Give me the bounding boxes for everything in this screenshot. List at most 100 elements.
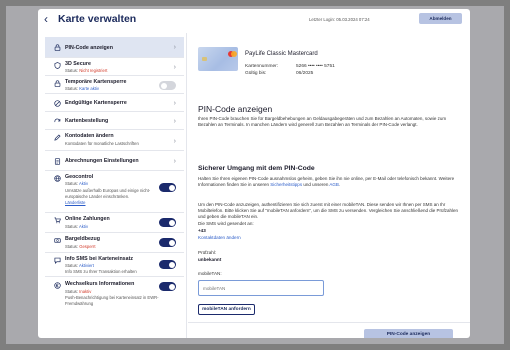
mobile-tan-input[interactable] [198,280,324,296]
card-valid-value: 06/2025 [296,71,314,76]
refresh-icon [54,118,61,125]
sidebar-item-label: Endgültige Kartensperre [65,100,127,106]
secure-heading: Sicherer Umgang mit dem PIN-Code [198,165,315,172]
sidebar-item-label: Abrechnungen Einstellungen [65,158,139,164]
sidebar-item-label: Info SMS bei Karteneinsatz [65,256,133,262]
sidebar-item[interactable]: Temporäre Kartensperre Status: Karte akti… [45,76,184,94]
globe-icon [54,175,61,182]
sidebar-item-status: Status: Aktiviert [65,263,94,268]
chevron-right-icon: › [173,138,176,145]
sidebar-item[interactable]: Kontodaten ändern Kontodaten für monatlic… [45,130,184,151]
show-pin-button[interactable]: PIN-Code anzeigen [364,329,453,338]
sidebar-item-label: Bargeldbezug [65,236,101,242]
header: ‹ Karte verwalten Letzter Login: 05.03.2… [38,9,470,33]
auth-text: Um den PIN-Code anzuzeigen, authentifizi… [198,202,459,220]
chevron-right-icon: › [173,44,176,51]
toggle-switch[interactable] [159,218,176,227]
chevron-right-icon: › [173,100,176,107]
sidebar-item-status: Status: Aktiv [65,181,89,186]
card-number-value: 5266 •••• •••• 5751 [296,64,335,69]
toggle-knob [168,219,175,226]
pin-heading: PIN-Code anzeigen [198,104,273,114]
toggle-switch[interactable] [159,81,176,90]
request-tan-button[interactable]: mobileTAN anfordern [198,304,255,315]
toggle-knob [160,82,167,89]
lock-icon [54,44,61,51]
cart-icon [54,217,61,224]
toggle-knob [168,184,175,191]
block-icon [54,100,61,107]
sidebar-item[interactable]: Endgültige Kartensperre › [45,94,184,112]
sidebar-item-description: Info SMS zu Ihrer Transaktion erhalten [65,269,137,274]
sidebar-item-description: Push-Benachrichtigung bei Karteneinsatz … [65,295,159,306]
sidebar-divider [186,33,187,338]
mastercard-logo-circle [231,51,237,57]
sidebar-item-label: Geocontrol [65,174,94,180]
security-tips-link[interactable]: Sicherheitstipps [270,182,302,187]
toggle-knob [168,283,175,290]
sidebar-item[interactable]: PIN-Code anzeigen › [45,37,184,58]
sidebar-item[interactable]: Wechselkurs Informationen Status: Inaktiv… [45,277,184,338]
card-valid-label: Gültig bis: [245,71,267,76]
sms-icon [54,257,61,264]
sidebar-item[interactable]: Online Zahlungen Status: Aktiv [45,213,184,233]
country-list-link[interactable]: Länderliste [65,200,86,205]
last-login-text: Letzter Login: 05.03.2024 07:24 [309,17,370,22]
card-management-panel: ‹ Karte verwalten Letzter Login: 05.03.2… [38,9,470,338]
card-product-name: PayLife Classic Mastercard [245,51,318,57]
card-number-label: Kartennummer: [245,64,279,69]
sidebar-item-label: PIN-Code anzeigen [65,45,113,51]
shield-icon [54,62,61,69]
chevron-right-icon: › [173,158,176,165]
currency-icon [54,282,61,289]
cash-icon [54,237,61,244]
toggle-switch[interactable] [159,183,176,192]
sidebar-item[interactable]: Abrechnungen Einstellungen › [45,151,184,171]
sidebar-item-label: Kontodaten ändern [65,133,114,139]
contact-change-link[interactable]: Kontaktdaten ändern [198,235,241,240]
sidebar-item[interactable]: Kartenbestellung › [45,112,184,130]
sms-number: +43 [198,228,206,233]
tan-label: mobileTAN: [198,271,222,276]
secure-text: Halten Sie Ihren eigenen PIN-Code ausnah… [198,176,455,188]
edit-icon [54,134,61,141]
sidebar-menu: PIN-Code anzeigen › 3D Secure Status: Nicht… [45,37,184,338]
toggle-knob [168,239,175,246]
document-icon [54,158,61,165]
sidebar-item[interactable]: Info SMS bei Karteneinsatz Status: Aktivi… [45,253,184,277]
sidebar-item-status: Status: Karte aktiv [65,86,99,91]
chevron-right-icon: › [173,118,176,125]
sidebar-item-description: Kontodaten für monatliche Lastschriften [65,141,139,146]
sidebar-item-description: Umsätze außerhalb Europas und einige nic… [65,188,151,199]
page-title: Karte verwalten [58,13,137,25]
sidebar-item[interactable]: Geocontrol Status: Aktiv Umsätze außerhalb… [45,171,184,213]
lock-icon [54,80,61,87]
pin-intro-text: Ihren PIN-Code brauchen Sie für Bargeldb… [198,116,447,128]
toggle-switch[interactable] [159,260,176,269]
sidebar-item-status: Status: Inaktiv [65,289,92,294]
card-chip-icon [202,57,207,61]
sidebar-item-label: Kartenbestellung [65,118,109,124]
chevron-right-icon: › [173,64,176,71]
sidebar-item[interactable]: 3D Secure Status: Nicht registriert › [45,58,184,76]
agb-link[interactable]: AGB [329,182,339,187]
check-label: Prüfzahl: [198,250,217,255]
sidebar-item-label: 3D Secure [65,61,91,67]
sms-label: Die SMS wird gesendet an: [198,221,254,226]
sidebar-item-label: Temporäre Kartensperre [65,79,127,85]
toggle-knob [168,261,175,268]
credit-card-image [198,47,238,71]
check-value: unbekannt [198,257,222,262]
sidebar-item-status: Status: Gesperrt [65,244,96,249]
footer-divider [188,322,470,323]
sidebar-item[interactable]: Bargeldbezug Status: Gesperrt [45,233,184,253]
sidebar-item-label: Wechselkurs Informationen [65,281,135,287]
back-arrow-icon[interactable]: ‹ [44,12,54,26]
toggle-switch[interactable] [159,282,176,291]
main-content: PayLife Classic Mastercard Kartennummer:… [188,33,470,338]
sidebar-item-status: Status: Aktiv [65,224,89,229]
sidebar-item-label: Online Zahlungen [65,216,110,222]
toggle-switch[interactable] [159,238,176,247]
sidebar-item-status: Status: Nicht registriert [65,68,108,73]
logout-button[interactable]: Abmelden [419,13,462,24]
